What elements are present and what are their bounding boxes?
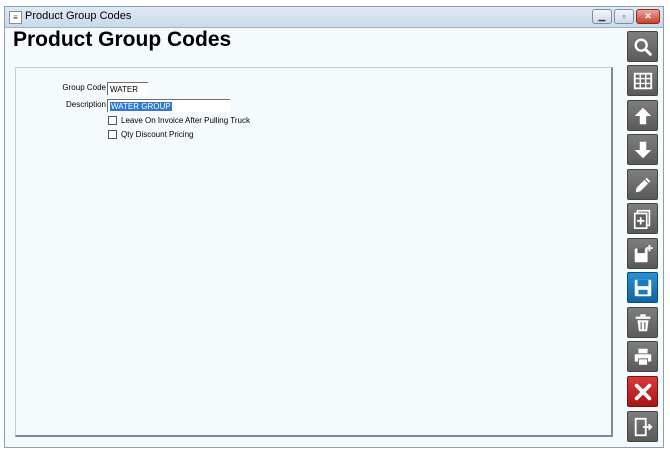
main-window: ≡ Product Group Codes ▁ ▫ ✕ Product Grou… (4, 6, 664, 448)
window-close-button[interactable]: ✕ (636, 9, 660, 24)
group-code-label: Group Code (62, 83, 106, 92)
close-icon (634, 383, 651, 400)
save-new-button[interactable] (627, 238, 658, 269)
grid-view-button[interactable] (627, 65, 658, 96)
checkbox-label: Leave On Invoice After Pulling Truck (121, 116, 250, 125)
checkbox-box[interactable] (108, 130, 117, 139)
form-panel: Group Code WATER Description WATER GROUP… (15, 67, 613, 437)
checkbox-box[interactable] (108, 116, 117, 125)
maximize-button[interactable]: ▫ (614, 9, 634, 24)
search-button[interactable] (627, 31, 658, 62)
previous-record-button[interactable] (627, 100, 658, 131)
title-bar[interactable]: ≡ Product Group Codes ▁ ▫ ✕ (5, 7, 663, 28)
pencil-icon (635, 177, 650, 192)
save-new-icon (634, 244, 653, 262)
checkbox-label: Qty Discount Pricing (121, 130, 194, 139)
new-document-icon (633, 209, 650, 229)
exit-icon (634, 417, 653, 436)
leave-on-invoice-checkbox[interactable]: Leave On Invoice After Pulling Truck (108, 116, 250, 125)
next-record-button[interactable] (627, 134, 658, 165)
edit-button[interactable] (627, 169, 658, 200)
search-icon (633, 37, 652, 56)
arrow-down-icon (634, 141, 651, 158)
print-button[interactable] (627, 341, 658, 372)
description-selected-text: WATER GROUP (110, 102, 172, 111)
window-title: Product Group Codes (25, 10, 132, 22)
qty-discount-pricing-checkbox[interactable]: Qty Discount Pricing (108, 130, 193, 139)
cancel-button[interactable] (627, 376, 658, 407)
description-label: Description (65, 100, 106, 109)
arrow-up-icon (634, 107, 651, 124)
save-icon (634, 279, 651, 296)
app-icon[interactable]: ≡ (9, 11, 22, 24)
new-record-button[interactable] (627, 203, 658, 234)
page-title: Product Group Codes (13, 28, 232, 51)
print-icon (634, 348, 651, 366)
exit-button[interactable] (627, 411, 658, 442)
minimize-button[interactable]: ▁ (592, 9, 612, 24)
delete-button[interactable] (627, 307, 658, 338)
description-input[interactable]: WATER GROUP (107, 99, 230, 112)
grid-icon (633, 72, 652, 89)
delete-icon (635, 313, 650, 331)
save-button[interactable] (627, 272, 658, 303)
group-code-input[interactable]: WATER (107, 82, 148, 95)
